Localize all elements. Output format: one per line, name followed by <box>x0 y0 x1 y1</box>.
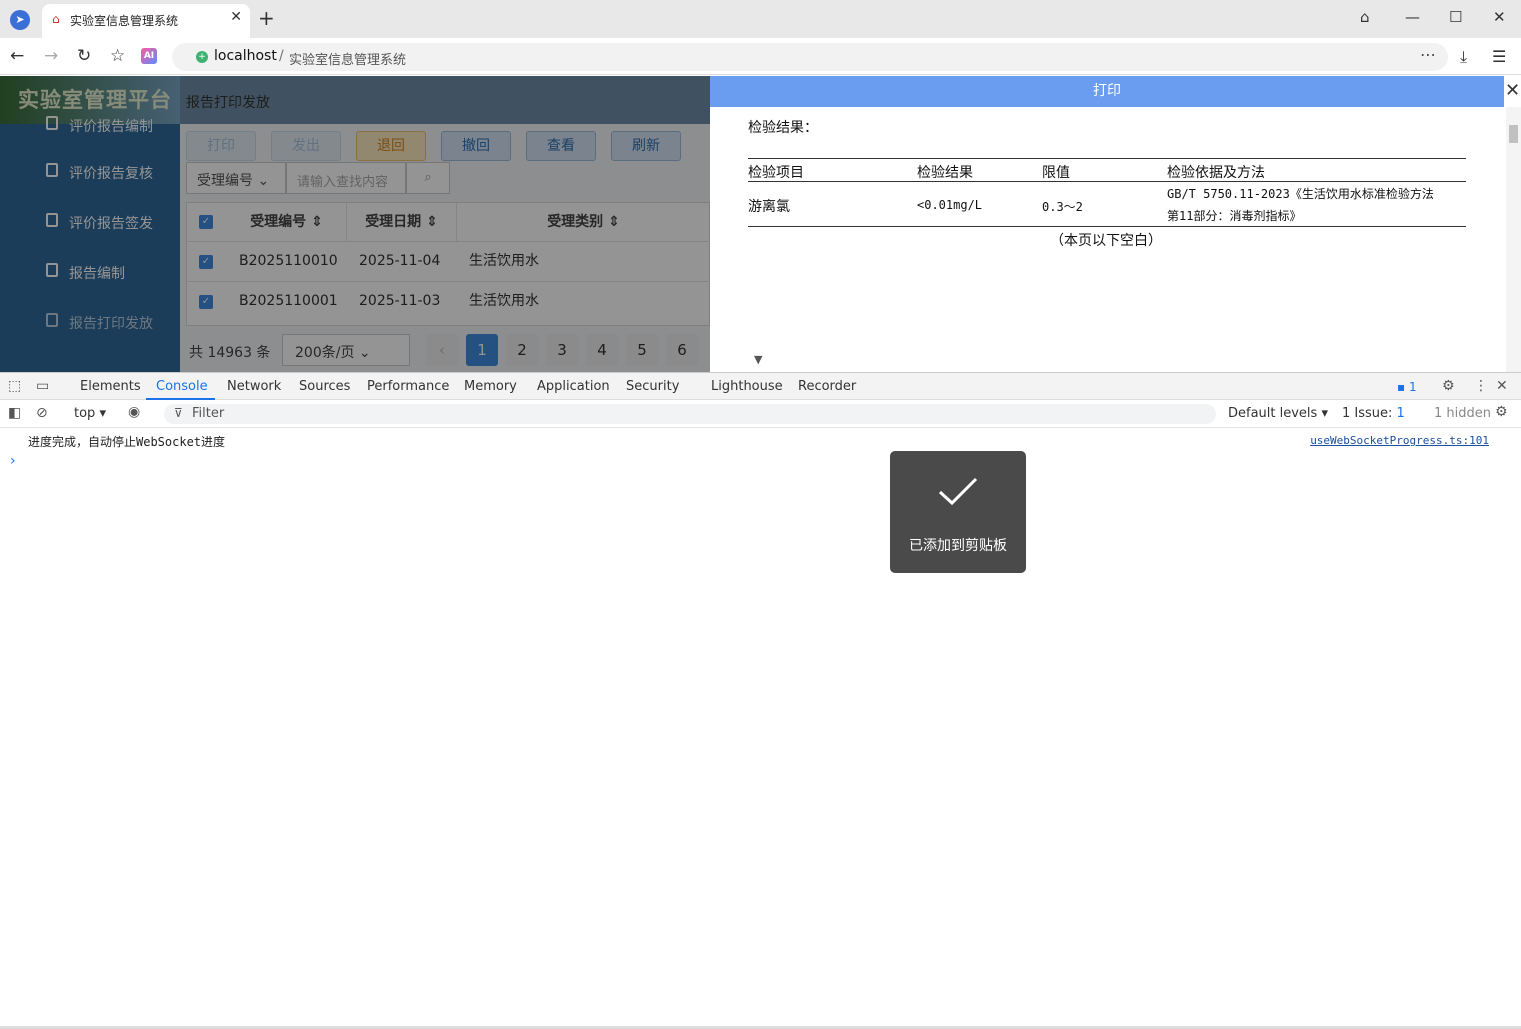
result-item: 游离氯 <box>748 199 790 215</box>
tab-recorder[interactable]: Recorder <box>798 379 856 394</box>
secure-icon: + <box>196 51 208 63</box>
print-dialog: 打印 ✕ 检验结果： 检验项目 检验结果 限值 检验依据及方法 游离氯 <0.0… <box>710 76 1521 372</box>
tab-lighthouse[interactable]: Lighthouse <box>711 379 783 394</box>
console-message: 进度完成，自动停止WebSocket进度 <box>28 435 226 449</box>
url-separator: / <box>279 48 284 64</box>
tab-elements[interactable]: Elements <box>80 379 141 394</box>
hidden-count: 1 hidden <box>1434 406 1491 421</box>
close-tab-icon[interactable]: ✕ <box>230 9 242 25</box>
modal-overlay[interactable] <box>0 76 710 372</box>
console-prompt-icon[interactable]: › <box>10 453 16 469</box>
console-settings-icon[interactable]: ⚙ <box>1495 404 1508 420</box>
print-preview: 检验结果： 检验项目 检验结果 限值 检验依据及方法 游离氯 <0.01mg/L… <box>748 107 1466 372</box>
devtools-panel: ⬚ ▭ Elements Console Network Sources Per… <box>0 372 1521 1029</box>
log-levels-value: Default levels <box>1228 406 1318 421</box>
reload-icon[interactable]: ↻ <box>77 46 91 66</box>
tab-performance[interactable]: Performance <box>367 379 449 394</box>
browser-logo-icon[interactable]: ➤ <box>10 10 30 30</box>
url-host: localhost <box>214 48 277 64</box>
shirt-icon[interactable]: ⌂ <box>1360 8 1370 26</box>
console-message-source[interactable]: useWebSocketProgress.ts:101 <box>1310 434 1489 447</box>
back-icon[interactable]: ← <box>10 46 24 66</box>
ai-icon[interactable]: AI <box>141 48 157 64</box>
tab-memory[interactable]: Memory <box>464 379 517 394</box>
bookmark-star-icon[interactable]: ☆ <box>110 46 125 66</box>
context-value: top <box>74 406 96 421</box>
devtools-tabs: ⬚ ▭ Elements Console Network Sources Per… <box>0 373 1521 400</box>
settings-gear-icon[interactable]: ⚙ <box>1442 378 1455 394</box>
tab-console[interactable]: Console <box>156 379 208 394</box>
console-filter-input[interactable]: ⊽ Filter <box>164 404 1216 424</box>
scroll-down-icon[interactable]: ▼ <box>754 353 762 366</box>
address-bar: ← → ↻ ☆ AI + localhost / 实验室信息管理系统 ⋯ ⤓ ☰ <box>0 38 1521 75</box>
download-icon[interactable]: ⤓ <box>1460 47 1467 67</box>
issues-badge-count: 1 <box>1408 380 1417 394</box>
new-tab-icon[interactable]: + <box>258 6 275 30</box>
blank-note: （本页以下空白） <box>1050 233 1162 249</box>
column-header-limit: 限值 <box>1042 165 1070 181</box>
sidebar-toggle-icon[interactable]: ◧ <box>8 405 21 421</box>
result-method-line2: 第11部分：消毒剂指标》 <box>1167 209 1302 223</box>
clear-console-icon[interactable]: ⊘ <box>36 405 48 421</box>
app-viewport: 实验室管理平台 评价报告编制 评价报告复核 评价报告签发 报告编制 报告打印发放… <box>0 76 1521 372</box>
browser-tab[interactable]: ⌂ 实验室信息管理系统 ✕ <box>42 4 250 38</box>
result-method-line1: GB/T 5750.11-2023《生活饮用水标准检验方法 <box>1167 187 1434 201</box>
kebab-menu-icon[interactable]: ⋮ <box>1474 378 1488 394</box>
result-value: <0.01mg/L <box>917 198 983 212</box>
close-devtools-icon[interactable]: ✕ <box>1496 378 1508 394</box>
inspect-icon[interactable]: ⬚ <box>8 378 21 394</box>
context-select[interactable]: top ▾ <box>74 406 106 421</box>
maximize-icon[interactable]: ☐ <box>1449 8 1462 26</box>
device-toggle-icon[interactable]: ▭ <box>36 378 49 394</box>
dialog-scrollbar[interactable] <box>1506 107 1521 372</box>
tab-application[interactable]: Application <box>537 379 610 394</box>
dialog-title: 打印 <box>710 76 1504 107</box>
tab-sources[interactable]: Sources <box>299 379 350 394</box>
console-toolbar: ◧ ⊘ top ▾ ◉ ⊽ Filter Default levels ▾ 1 … <box>0 400 1521 428</box>
close-icon[interactable]: ✕ <box>1505 80 1520 101</box>
tab-title: 实验室信息管理系统 <box>70 14 179 28</box>
url-field[interactable]: + localhost / 实验室信息管理系统 ⋯ <box>172 43 1448 71</box>
column-header-result: 检验结果 <box>917 165 973 181</box>
toast-text: 已添加到剪贴板 <box>909 538 1007 554</box>
filter-icon: ⊽ <box>174 406 183 420</box>
column-header-item: 检验项目 <box>748 165 804 181</box>
menu-icon[interactable]: ☰ <box>1492 47 1506 66</box>
log-levels-select[interactable]: Default levels ▾ <box>1228 406 1328 421</box>
minimize-icon[interactable]: — <box>1405 8 1420 26</box>
filter-placeholder: Filter <box>192 406 225 421</box>
issues-count: 1 <box>1396 406 1405 421</box>
issues-link[interactable]: 1 Issue: 1 <box>1342 406 1405 421</box>
forward-icon[interactable]: → <box>44 46 58 66</box>
section-title: 检验结果： <box>748 120 818 136</box>
browser-tab-bar: ➤ ⌂ 实验室信息管理系统 ✕ + ⌂ — ☐ ✕ <box>0 0 1521 38</box>
issues-label: 1 Issue: <box>1342 406 1393 421</box>
column-header-method: 检验依据及方法 <box>1167 165 1265 181</box>
toast-notification: 已添加到剪贴板 <box>890 451 1026 573</box>
issues-badge[interactable]: ▪ 1 <box>1397 380 1417 394</box>
close-window-icon[interactable]: ✕ <box>1493 8 1506 26</box>
check-icon <box>938 477 978 506</box>
url-path: 实验室信息管理系统 <box>289 53 407 68</box>
tab-security[interactable]: Security <box>626 379 679 394</box>
tab-network[interactable]: Network <box>227 379 281 394</box>
result-limit: 0.3～2 <box>1042 200 1083 214</box>
more-dots-icon[interactable]: ⋯ <box>1420 45 1436 64</box>
home-icon: ⌂ <box>52 12 60 26</box>
eye-icon[interactable]: ◉ <box>128 404 140 420</box>
